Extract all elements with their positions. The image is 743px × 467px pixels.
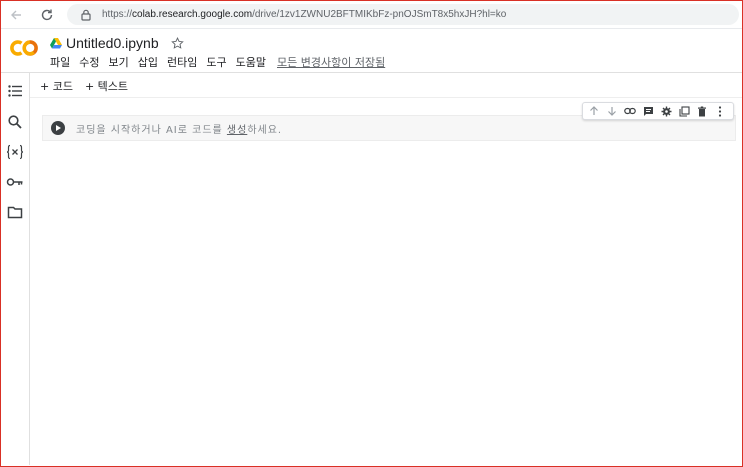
colab-logo[interactable] bbox=[9, 38, 39, 58]
reload-icon[interactable] bbox=[37, 5, 57, 25]
menu-file[interactable]: 파일 bbox=[50, 54, 70, 70]
table-of-contents-icon[interactable] bbox=[6, 82, 24, 100]
more-options-icon[interactable] bbox=[711, 103, 729, 119]
placeholder-text: 코딩을 시작하거나 AI로 코드를 bbox=[76, 125, 227, 136]
cell-placeholder: 코딩을 시작하거나 AI로 코드를 생성하세요. bbox=[76, 121, 282, 136]
address-bar[interactable]: https://colab.research.google.com/drive/… bbox=[67, 4, 739, 25]
link-icon[interactable] bbox=[621, 103, 639, 119]
secrets-key-icon[interactable] bbox=[6, 173, 24, 191]
menu-bar: 파일 수정 보기 삽입 런타임 도구 도움말 모든 변경사항이 저장됨 bbox=[50, 54, 385, 70]
url-prefix: https:// bbox=[102, 9, 133, 20]
move-up-icon[interactable] bbox=[585, 103, 603, 119]
lock-icon bbox=[79, 7, 93, 21]
menu-help[interactable]: 도움말 bbox=[236, 54, 266, 70]
menu-view[interactable]: 보기 bbox=[109, 54, 129, 70]
generate-link[interactable]: 생성 bbox=[227, 125, 247, 136]
variables-icon[interactable] bbox=[6, 143, 24, 161]
back-icon[interactable] bbox=[6, 5, 26, 25]
folder-icon[interactable] bbox=[6, 203, 24, 221]
placeholder-text-end: 하세요. bbox=[247, 125, 283, 136]
settings-gear-icon[interactable] bbox=[657, 103, 675, 119]
menu-edit[interactable]: 수정 bbox=[79, 54, 99, 70]
left-sidebar bbox=[1, 73, 30, 465]
insert-toolbar: + 코드 + 텍스트 bbox=[40, 78, 140, 94]
mirror-cell-icon[interactable] bbox=[675, 103, 693, 119]
url-path: /drive/1zv1ZWNU2BFTMIKbFz-pnOJSmT8x5hxJH… bbox=[252, 9, 507, 20]
google-drive-icon bbox=[50, 37, 62, 48]
add-text-button[interactable]: + 텍스트 bbox=[85, 78, 128, 94]
menu-insert[interactable]: 삽입 bbox=[138, 54, 158, 70]
header-divider bbox=[1, 72, 742, 73]
play-icon bbox=[56, 125, 61, 131]
url-text: https://colab.research.google.com/drive/… bbox=[102, 7, 506, 22]
browser-toolbar: https://colab.research.google.com/drive/… bbox=[1, 1, 742, 29]
cell-toolbar bbox=[582, 102, 734, 120]
toolbar-divider bbox=[30, 97, 742, 98]
notebook-title[interactable]: Untitled0.ipynb bbox=[66, 35, 159, 51]
notebook-title-row: Untitled0.ipynb bbox=[50, 34, 184, 52]
move-down-icon[interactable] bbox=[603, 103, 621, 119]
search-icon[interactable] bbox=[6, 113, 24, 131]
delete-icon[interactable] bbox=[693, 103, 711, 119]
menu-runtime[interactable]: 런타임 bbox=[167, 54, 197, 70]
add-code-button[interactable]: + 코드 bbox=[40, 78, 73, 94]
window-border bbox=[0, 0, 743, 467]
run-cell-button[interactable] bbox=[51, 121, 65, 135]
save-status-link[interactable]: 모든 변경사항이 저장됨 bbox=[277, 54, 385, 70]
comment-icon[interactable] bbox=[639, 103, 657, 119]
menu-tools[interactable]: 도구 bbox=[206, 54, 226, 70]
star-icon[interactable] bbox=[170, 36, 184, 50]
url-host: colab.research.google.com bbox=[132, 9, 253, 20]
